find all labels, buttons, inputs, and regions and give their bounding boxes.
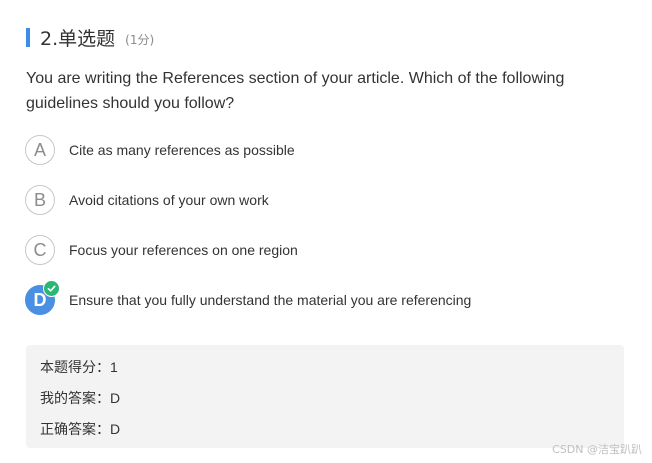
score-row: 本题得分：1 (40, 357, 118, 377)
option-a[interactable]: A Cite as many references as possible (25, 134, 625, 166)
option-d[interactable]: D Ensure that you fully understand the m… (25, 280, 625, 316)
options-list: A Cite as many references as possible B … (25, 134, 625, 334)
score-label: 本题得分： (40, 360, 110, 376)
option-label: Focus your references on one region (69, 242, 298, 258)
option-letter-circle[interactable]: C (25, 235, 55, 265)
option-c[interactable]: C Focus your references on one region (25, 234, 625, 266)
option-letter-circle[interactable]: B (25, 185, 55, 215)
my-answer-row: 我的答案：D (40, 388, 120, 408)
option-label: Ensure that you fully understand the mat… (69, 292, 472, 308)
correct-answer-label: 正确答案： (40, 422, 110, 438)
option-letter: C (33, 239, 47, 260)
question-header: 2.单选题 (1分) (26, 24, 154, 50)
watermark: CSDN @洁宝趴趴 (552, 443, 642, 456)
check-icon (43, 280, 60, 297)
option-letter-circle[interactable]: D (25, 280, 60, 315)
option-label: Cite as many references as possible (69, 142, 295, 158)
question-title: 2.单选题 (40, 27, 116, 50)
score-value: 1 (110, 359, 118, 375)
option-b[interactable]: B Avoid citations of your own work (25, 184, 625, 216)
my-answer-value: D (110, 390, 121, 406)
option-label: Avoid citations of your own work (69, 192, 269, 208)
result-panel: 本题得分：1 我的答案：D 正确答案：D (26, 345, 624, 448)
accent-bar (26, 27, 30, 47)
option-letter-circle[interactable]: A (25, 135, 55, 165)
correct-answer-value: D (110, 421, 121, 437)
question-points: (1分) (125, 32, 155, 47)
my-answer-label: 我的答案： (40, 391, 110, 407)
correct-answer-row: 正确答案：D (40, 419, 120, 439)
option-letter: A (33, 139, 46, 160)
option-letter: B (33, 189, 46, 210)
question-text: You are writing the References section o… (26, 70, 565, 112)
